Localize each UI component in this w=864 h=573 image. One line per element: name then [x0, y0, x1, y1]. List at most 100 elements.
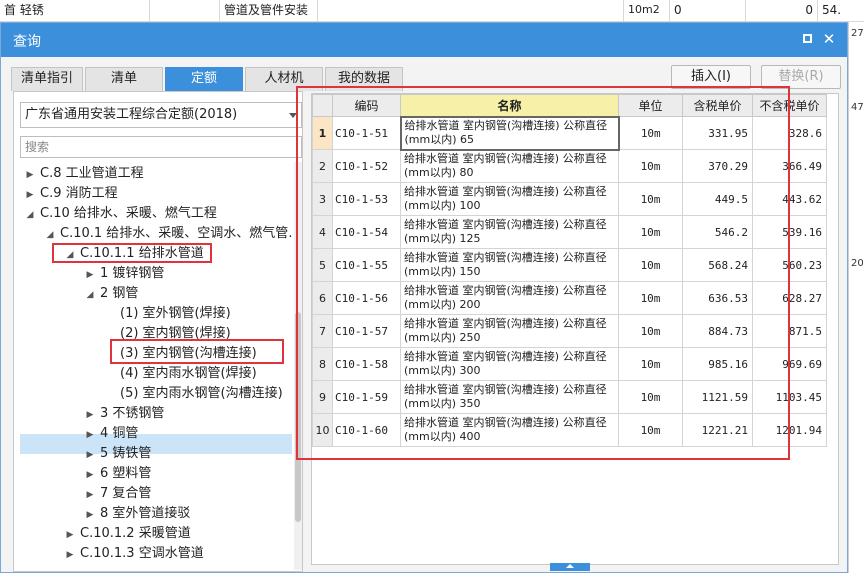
row-unit[interactable]: 10m: [618, 413, 683, 447]
row-name[interactable]: 给排水管道 室内钢管(沟槽连接) 公称直径(mm以内) 200: [400, 281, 619, 315]
row-unit[interactable]: 10m: [618, 347, 683, 381]
row-code[interactable]: C10-1-53: [332, 182, 401, 216]
tree-node-c10-1-3[interactable]: ▶ C.10.1.3 空调水管道: [64, 544, 204, 564]
tree-node-c9[interactable]: ▶ C.9 消防工程: [24, 184, 118, 204]
row-notax-price[interactable]: 328.6: [752, 116, 827, 150]
column-header-notax-price[interactable]: 不含税单价: [752, 94, 827, 117]
row-notax-price[interactable]: 539.16: [752, 215, 827, 249]
column-header-tax-price[interactable]: 含税单价: [682, 94, 753, 117]
tab-list-guide[interactable]: 清单指引: [11, 67, 83, 91]
tree-node-c10-1-1[interactable]: ◢ C.10.1.1 给排水管道: [64, 244, 204, 264]
row-code[interactable]: C10-1-56: [332, 281, 401, 315]
table-row[interactable]: 10 C10-1-60 给排水管道 室内钢管(沟槽连接) 公称直径(mm以内) …: [312, 413, 827, 447]
row-tax-price[interactable]: 546.2: [682, 215, 753, 249]
row-tax-price[interactable]: 636.53: [682, 281, 753, 315]
row-code[interactable]: C10-1-57: [332, 314, 401, 348]
dialog-titlebar[interactable]: 查询 ✕: [1, 23, 847, 57]
row-name[interactable]: 给排水管道 室内钢管(沟槽连接) 公称直径(mm以内) 300: [400, 347, 619, 381]
row-tax-price[interactable]: 449.5: [682, 182, 753, 216]
tab-quota[interactable]: 定额: [165, 67, 243, 91]
row-unit[interactable]: 10m: [618, 116, 683, 150]
table-row[interactable]: 3 C10-1-53 给排水管道 室内钢管(沟槽连接) 公称直径(mm以内) 1…: [312, 182, 827, 216]
row-notax-price[interactable]: 1201.94: [752, 413, 827, 447]
tree-node-steel-pipe[interactable]: ◢ 2 钢管: [84, 284, 139, 305]
column-header-unit[interactable]: 单位: [618, 94, 683, 117]
row-name[interactable]: 给排水管道 室内钢管(沟槽连接) 公称直径(mm以内) 150: [400, 248, 619, 282]
tree-node-c8[interactable]: ▶ C.8 工业管道工程: [24, 164, 144, 184]
expand-arrow-icon[interactable]: ▶: [84, 505, 96, 525]
replace-button[interactable]: 替换(R): [761, 65, 841, 89]
tree-node-galvanized-steel[interactable]: ▶ 1 镀锌钢管: [84, 264, 165, 284]
chevron-down-icon[interactable]: [289, 113, 297, 118]
expand-arrow-icon[interactable]: ▶: [64, 525, 76, 545]
tree-scrollbar-thumb[interactable]: [295, 312, 301, 522]
tab-labor-material-machine[interactable]: 人材机: [245, 67, 323, 91]
row-tax-price[interactable]: 1121.59: [682, 380, 753, 414]
search-input[interactable]: [20, 136, 302, 158]
row-name[interactable]: 给排水管道 室内钢管(沟槽连接) 公称直径(mm以内) 100: [400, 182, 619, 216]
collapse-arrow-icon[interactable]: ◢: [44, 225, 56, 245]
tab-list[interactable]: 清单: [85, 67, 163, 91]
library-select[interactable]: 广东省通用安装工程综合定额(2018): [20, 102, 302, 128]
expand-arrow-icon[interactable]: ▶: [24, 185, 36, 205]
table-row[interactable]: 9 C10-1-59 给排水管道 室内钢管(沟槽连接) 公称直径(mm以内) 3…: [312, 380, 827, 414]
row-code[interactable]: C10-1-58: [332, 347, 401, 381]
row-tax-price[interactable]: 884.73: [682, 314, 753, 348]
row-code[interactable]: C10-1-54: [332, 215, 401, 249]
row-tax-price[interactable]: 985.16: [682, 347, 753, 381]
row-unit[interactable]: 10m: [618, 149, 683, 183]
row-tax-price[interactable]: 1221.21: [682, 413, 753, 447]
maximize-icon[interactable]: [799, 31, 815, 47]
collapse-arrow-icon[interactable]: ◢: [24, 205, 36, 225]
row-name[interactable]: 给排水管道 室内钢管(沟槽连接) 公称直径(mm以内) 350: [400, 380, 619, 414]
row-notax-price[interactable]: 366.49: [752, 149, 827, 183]
row-notax-price[interactable]: 1103.45: [752, 380, 827, 414]
tree-node-rain-welded[interactable]: (4) 室内雨水钢管(焊接): [120, 364, 257, 384]
row-name[interactable]: 给排水管道 室内钢管(沟槽连接) 公称直径(mm以内) 125: [400, 215, 619, 249]
expand-arrow-icon[interactable]: ▶: [84, 405, 96, 425]
tree-node-cast-iron[interactable]: ▶ 5 铸铁管: [84, 444, 152, 465]
row-notax-price[interactable]: 969.69: [752, 347, 827, 381]
row-name[interactable]: 给排水管道 室内钢管(沟槽连接) 公称直径(mm以内) 65: [399, 115, 620, 151]
row-unit[interactable]: 10m: [618, 380, 683, 414]
row-name[interactable]: 给排水管道 室内钢管(沟槽连接) 公称直径(mm以内) 400: [400, 413, 619, 447]
tree-node-c10[interactable]: ◢ C.10 给排水、采暖、燃气工程: [24, 204, 217, 224]
tree-node-plastic[interactable]: ▶ 6 塑料管: [84, 464, 152, 485]
row-code[interactable]: C10-1-51: [332, 116, 401, 150]
row-code[interactable]: C10-1-52: [332, 149, 401, 183]
insert-button[interactable]: 插入(I): [671, 65, 751, 89]
tree-node-stainless[interactable]: ▶ 3 不锈钢管: [84, 404, 165, 425]
column-header-code[interactable]: 编码: [332, 94, 401, 117]
row-tax-price[interactable]: 331.95: [682, 116, 753, 150]
row-code[interactable]: C10-1-59: [332, 380, 401, 414]
collapse-arrow-icon[interactable]: ◢: [64, 245, 76, 265]
expand-arrow-icon[interactable]: ▶: [64, 545, 76, 565]
expand-arrow-icon[interactable]: ▶: [24, 165, 36, 185]
tree-node-outdoor-welded[interactable]: (1) 室外钢管(焊接): [120, 304, 231, 324]
expand-arrow-icon[interactable]: ▶: [84, 425, 96, 445]
row-code[interactable]: C10-1-60: [332, 413, 401, 447]
row-unit[interactable]: 10m: [618, 215, 683, 249]
expand-arrow-icon[interactable]: ▶: [84, 445, 96, 465]
row-notax-price[interactable]: 628.27: [752, 281, 827, 315]
tree-node-rain-groove[interactable]: (5) 室内雨水钢管(沟槽连接): [120, 384, 283, 404]
tree-node-composite[interactable]: ▶ 7 复合管: [84, 484, 152, 505]
row-unit[interactable]: 10m: [618, 314, 683, 348]
row-tax-price[interactable]: 370.29: [682, 149, 753, 183]
table-row[interactable]: 1 C10-1-51 给排水管道 室内钢管(沟槽连接) 公称直径(mm以内) 6…: [312, 115, 827, 151]
panel-splitter-handle[interactable]: [550, 563, 590, 571]
column-header-name[interactable]: 名称: [400, 94, 619, 117]
row-tax-price[interactable]: 568.24: [682, 248, 753, 282]
tree-node-c10-1-2[interactable]: ▶ C.10.1.2 采暖管道: [64, 524, 191, 544]
row-notax-price[interactable]: 443.62: [752, 182, 827, 216]
tree-node-outdoor-connection[interactable]: ▶ 8 室外管道接驳: [84, 504, 191, 525]
row-unit[interactable]: 10m: [618, 248, 683, 282]
table-row[interactable]: 8 C10-1-58 给排水管道 室内钢管(沟槽连接) 公称直径(mm以内) 3…: [312, 347, 827, 381]
expand-arrow-icon[interactable]: ▶: [84, 465, 96, 485]
row-name[interactable]: 给排水管道 室内钢管(沟槽连接) 公称直径(mm以内) 80: [400, 149, 619, 183]
row-unit[interactable]: 10m: [618, 281, 683, 315]
row-notax-price[interactable]: 560.23: [752, 248, 827, 282]
expand-arrow-icon[interactable]: ▶: [84, 485, 96, 505]
collapse-arrow-icon[interactable]: ◢: [84, 285, 96, 305]
table-row[interactable]: 7 C10-1-57 给排水管道 室内钢管(沟槽连接) 公称直径(mm以内) 2…: [312, 314, 827, 348]
